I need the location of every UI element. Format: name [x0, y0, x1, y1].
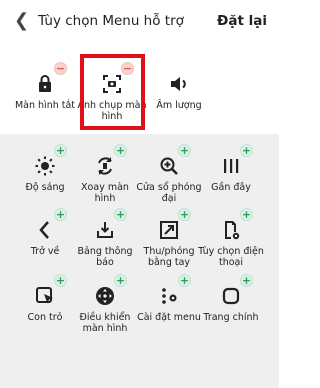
- tile-label: Bảng thông báo: [77, 246, 133, 268]
- lock-icon: [33, 72, 57, 96]
- add-badge[interactable]: +: [240, 144, 253, 157]
- zoom-icon: [157, 154, 181, 178]
- available-tile-notification-panel[interactable]: + Bảng thông báo: [70, 208, 140, 278]
- tile-label: Âm lượng: [156, 100, 202, 111]
- tile-label: Màn hình tắt: [14, 100, 76, 111]
- available-tile-zoom-window[interactable]: + Cửa sổ phóng đại: [134, 144, 204, 214]
- available-tile-recent[interactable]: + Gần đây: [196, 144, 266, 214]
- add-badge[interactable]: +: [178, 208, 191, 221]
- screen-control-icon: [93, 284, 117, 308]
- available-tile-phone-options[interactable]: + Tùy chọn điện thoại: [196, 208, 266, 278]
- tile-label: Xoay màn hình: [81, 182, 129, 204]
- add-badge[interactable]: +: [114, 144, 127, 157]
- add-badge[interactable]: +: [240, 274, 253, 287]
- back-arrow-icon[interactable]: ❮: [14, 11, 30, 31]
- add-badge[interactable]: +: [54, 208, 67, 221]
- available-tile-home[interactable]: + Trang chính: [196, 274, 266, 344]
- tile-label: Gần đây: [211, 182, 251, 193]
- available-tile-manual-zoom[interactable]: + Thu/phóng bằng tay: [134, 208, 204, 278]
- rotate-icon: [93, 154, 117, 178]
- phone-settings-icon: [219, 218, 243, 242]
- volume-icon: [167, 72, 191, 96]
- brightness-icon: [33, 154, 57, 178]
- available-tile-screen-control[interactable]: + Điều khiển màn hình: [70, 274, 140, 344]
- back-icon: [33, 218, 57, 242]
- tile-label: Cài đặt menu: [137, 312, 201, 323]
- tile-label: Thu/phóng bằng tay: [143, 246, 195, 268]
- home-icon: [219, 284, 243, 308]
- available-tile-menu-settings[interactable]: + Cài đặt menu: [134, 274, 204, 344]
- tile-label: Tùy chọn điện thoại: [198, 246, 264, 268]
- tile-label: Trang chính: [203, 312, 259, 323]
- header-bar: ❮ Tùy chọn Menu hỗ trợ Đặt lại: [0, 0, 279, 44]
- manual-zoom-icon: [157, 218, 181, 242]
- selected-tile-screen-off[interactable]: − Màn hình tắt: [10, 62, 80, 132]
- page-title: Tùy chọn Menu hỗ trợ: [38, 13, 184, 29]
- menu-settings-icon: [157, 284, 181, 308]
- add-badge[interactable]: +: [54, 274, 67, 287]
- highlight-box: [80, 54, 145, 130]
- notification-panel-icon: [93, 218, 117, 242]
- tile-label: Điều khiển màn hình: [79, 312, 131, 334]
- add-badge[interactable]: +: [178, 274, 191, 287]
- add-badge[interactable]: +: [114, 208, 127, 221]
- add-badge[interactable]: +: [178, 144, 191, 157]
- add-badge[interactable]: +: [240, 208, 253, 221]
- tile-label: Cửa sổ phóng đại: [136, 182, 202, 204]
- pointer-icon: [33, 284, 57, 308]
- remove-badge[interactable]: −: [54, 62, 67, 75]
- available-actions-grid: + Độ sáng + Xoay màn hình + Cửa sổ phóng…: [0, 134, 279, 388]
- available-tile-rotate[interactable]: + Xoay màn hình: [70, 144, 140, 214]
- selected-tile-volume[interactable]: Âm lượng: [144, 72, 214, 132]
- recent-apps-icon: [219, 154, 243, 178]
- add-badge[interactable]: +: [54, 144, 67, 157]
- reset-button[interactable]: Đặt lại: [217, 13, 267, 29]
- add-badge[interactable]: +: [114, 274, 127, 287]
